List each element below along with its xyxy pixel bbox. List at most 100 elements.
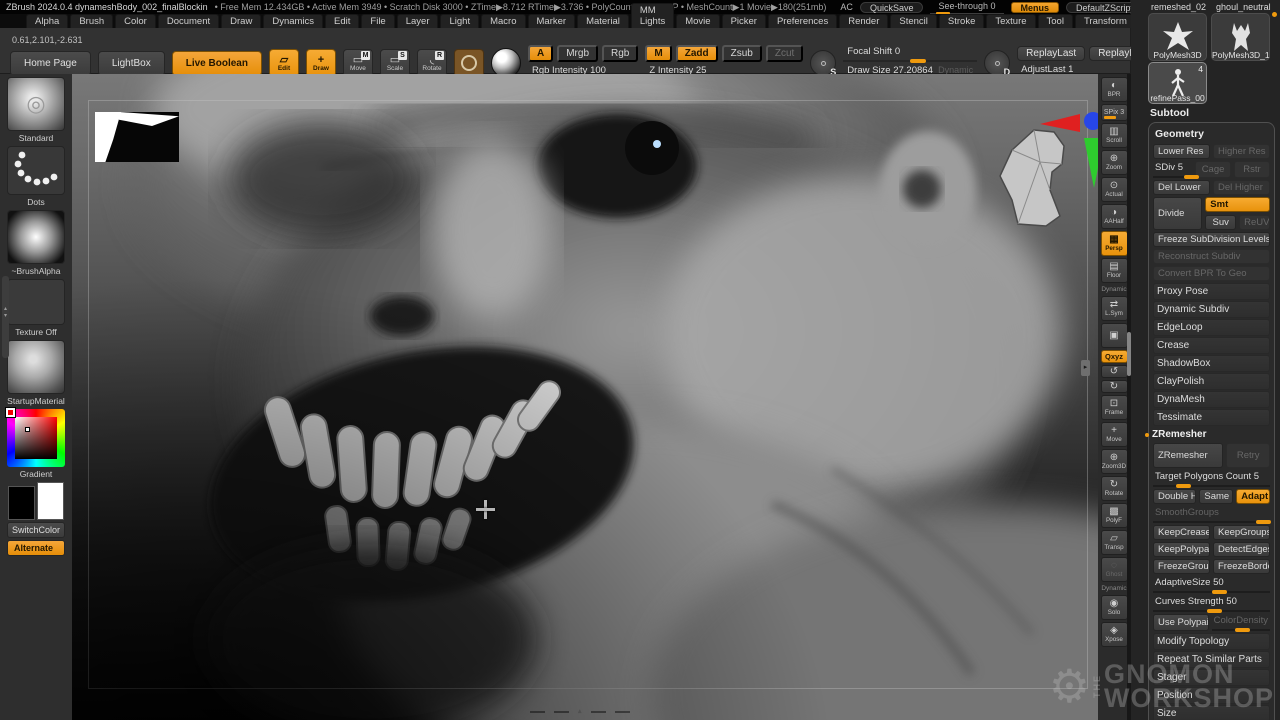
current-stroke-tile[interactable]	[7, 146, 65, 195]
current-texture-tile[interactable]	[7, 279, 65, 325]
geo-section-edgeloop[interactable]: EdgeLoop	[1153, 319, 1270, 336]
freeze-groups-button[interactable]: FreezeGroups	[1153, 559, 1210, 574]
rshelf-local-symmetry-lock-icon[interactable]: ▣	[1101, 323, 1128, 348]
rshelf-actual[interactable]: ⊙Actual	[1101, 177, 1128, 202]
geo-section-dynamesh[interactable]: DynaMesh	[1153, 391, 1270, 408]
zremesher-button[interactable]: ZRemesher	[1153, 443, 1223, 468]
rotate-mode-button[interactable]: R◟Rotate	[417, 49, 447, 77]
retry-button[interactable]: Retry	[1226, 443, 1270, 468]
quicksave-button[interactable]: QuickSave	[860, 2, 924, 13]
menu-color[interactable]: Color	[115, 14, 156, 28]
geometry-section-header[interactable]: Geometry	[1153, 125, 1270, 142]
rgb-button[interactable]: Rgb	[602, 45, 638, 62]
rshelf-solo[interactable]: ◉Solo	[1101, 595, 1128, 620]
rshelf-zoom[interactable]: ⊕Zoom	[1101, 150, 1128, 175]
zcut-button[interactable]: Zcut	[766, 45, 803, 62]
zr-section-modify-topology[interactable]: Modify Topology	[1153, 633, 1270, 650]
cage-button[interactable]: Cage	[1195, 161, 1231, 178]
right-tray-toggle-arrow[interactable]: ▸	[1081, 360, 1090, 376]
rshelf-zoom3d[interactable]: ⊕Zoom3D	[1101, 449, 1128, 474]
higher-res-button[interactable]: Higher Res	[1213, 144, 1270, 159]
double-half-button[interactable]: Double Half	[1153, 489, 1196, 504]
keep-creases-button[interactable]: KeepCreases	[1153, 525, 1210, 540]
rstr-button[interactable]: Rstr	[1234, 161, 1270, 178]
rshelf-aahalf[interactable]: ◑AAHalf	[1101, 204, 1128, 229]
del-higher-button[interactable]: Del Higher	[1213, 180, 1270, 195]
rshelf-rotate-ccw-icon[interactable]: ↺	[1101, 365, 1128, 378]
tool-thumb-polymesh3d-1[interactable]: PolyMesh3D_1	[1211, 13, 1270, 61]
active-tool-thumb[interactable]: 4 refinePass_00	[1148, 62, 1207, 104]
freeze-subdivision-button[interactable]: Freeze SubDivision Levels	[1153, 232, 1270, 247]
alternate-button[interactable]: Alternate	[7, 540, 65, 556]
rshelf-persp[interactable]: ▦Persp	[1101, 231, 1128, 256]
rshelf-move[interactable]: +Move	[1101, 422, 1128, 447]
tool-name-ghoul[interactable]: ghoul_neutral	[1216, 2, 1271, 12]
menu-file[interactable]: File	[361, 14, 394, 28]
current-brush-button[interactable]	[454, 49, 484, 77]
menu-draw[interactable]: Draw	[221, 14, 261, 28]
live-boolean-button[interactable]: Live Boolean	[172, 51, 262, 76]
del-lower-button[interactable]: Del Lower	[1153, 180, 1210, 195]
sdiv-slider[interactable]: SDiv 5	[1153, 161, 1192, 178]
switch-color-button[interactable]: SwitchColor	[7, 522, 65, 538]
target-polygons-slider[interactable]: Target Polygons Count 5	[1153, 470, 1270, 487]
menu-macro[interactable]: Macro	[481, 14, 525, 28]
tool-name-remeshed[interactable]: remeshed_02	[1151, 2, 1206, 12]
menu-layer[interactable]: Layer	[397, 14, 439, 28]
menu-marker[interactable]: Marker	[528, 14, 576, 28]
subtool-section-header[interactable]: Subtool	[1148, 104, 1275, 121]
menu-stroke[interactable]: Stroke	[939, 14, 984, 28]
keep-groups-button[interactable]: KeepGroups	[1213, 525, 1270, 540]
freeze-border-button[interactable]: FreezeBorder	[1213, 559, 1270, 574]
camera-nav-widget[interactable]	[992, 104, 1098, 274]
current-alpha-tile[interactable]	[7, 210, 65, 264]
adaptive-size-slider[interactable]: AdaptiveSize 50	[1153, 576, 1270, 593]
rshelf-rotate[interactable]: ↻Rotate	[1101, 476, 1128, 501]
detect-edges-button[interactable]: DetectEdges	[1213, 542, 1270, 557]
adapt-button[interactable]: Adapt	[1236, 489, 1270, 504]
color-picker[interactable]	[7, 409, 65, 467]
menu-brush[interactable]: Brush	[70, 14, 113, 28]
menu-material[interactable]: Material	[577, 14, 629, 28]
alpha-channel-chip[interactable]: A	[528, 45, 553, 62]
menu-render[interactable]: Render	[839, 14, 888, 28]
see-through-slider[interactable]: See-through 0	[930, 1, 1003, 14]
menu-alpha[interactable]: Alpha	[26, 14, 68, 28]
rshelf-transp[interactable]: ▱Transp	[1101, 530, 1128, 555]
rshelf-polyf[interactable]: ▩PolyF	[1101, 503, 1128, 528]
geo-section-shadowbox[interactable]: ShadowBox	[1153, 355, 1270, 372]
menus-button[interactable]: Menus	[1011, 2, 1060, 13]
menu-edit[interactable]: Edit	[325, 14, 359, 28]
lower-res-button[interactable]: Lower Res	[1153, 144, 1210, 159]
move-mode-button[interactable]: M▭Move	[343, 49, 373, 77]
sculpt-viewport[interactable]: ▴ ▸	[72, 74, 1098, 720]
zremesher-section-header[interactable]: ZRemesher	[1153, 427, 1270, 441]
replay-last-button[interactable]: ReplayLast	[1017, 46, 1085, 61]
menu-mm-lights[interactable]: MM Lights	[631, 3, 674, 28]
zr-section-position[interactable]: Position	[1153, 687, 1270, 704]
rshelf-xpose[interactable]: ◈Xpose	[1101, 622, 1128, 647]
use-polypaint-button[interactable]: Use Polypaint	[1153, 614, 1209, 631]
suv-button[interactable]: Suv	[1205, 215, 1236, 230]
focal-shift-slider[interactable]: Focal Shift 0	[843, 46, 977, 62]
stroke-dial-icon[interactable]: S	[810, 50, 836, 76]
menu-document[interactable]: Document	[158, 14, 219, 28]
geo-section-proxy-pose[interactable]: Proxy Pose	[1153, 283, 1270, 300]
edit-mode-button[interactable]: ▱Edit	[269, 49, 299, 77]
menu-picker[interactable]: Picker	[722, 14, 766, 28]
menu-texture[interactable]: Texture	[986, 14, 1035, 28]
divide-button[interactable]: Divide	[1153, 197, 1202, 230]
reconstruct-subdiv-button[interactable]: Reconstruct Subdiv	[1153, 249, 1270, 264]
zr-section-stager[interactable]: Stager	[1153, 669, 1270, 686]
rshelf-spix-slider[interactable]: SPix 3	[1101, 104, 1128, 121]
rshelf-qxyz[interactable]: Qxyz	[1101, 350, 1128, 363]
main-color-swatch[interactable]	[8, 486, 35, 520]
menu-movie[interactable]: Movie	[676, 14, 719, 28]
draw-mode-button[interactable]: +Draw	[306, 49, 336, 77]
menu-stencil[interactable]: Stencil	[890, 14, 937, 28]
menu-transform[interactable]: Transform	[1075, 14, 1136, 28]
zsub-button[interactable]: Zsub	[722, 45, 762, 62]
smooth-groups-slider[interactable]: SmoothGroups	[1153, 506, 1270, 523]
scale-mode-button[interactable]: S▭Scale	[380, 49, 410, 77]
rshelf-scroll[interactable]: ▥Scroll	[1101, 123, 1128, 148]
